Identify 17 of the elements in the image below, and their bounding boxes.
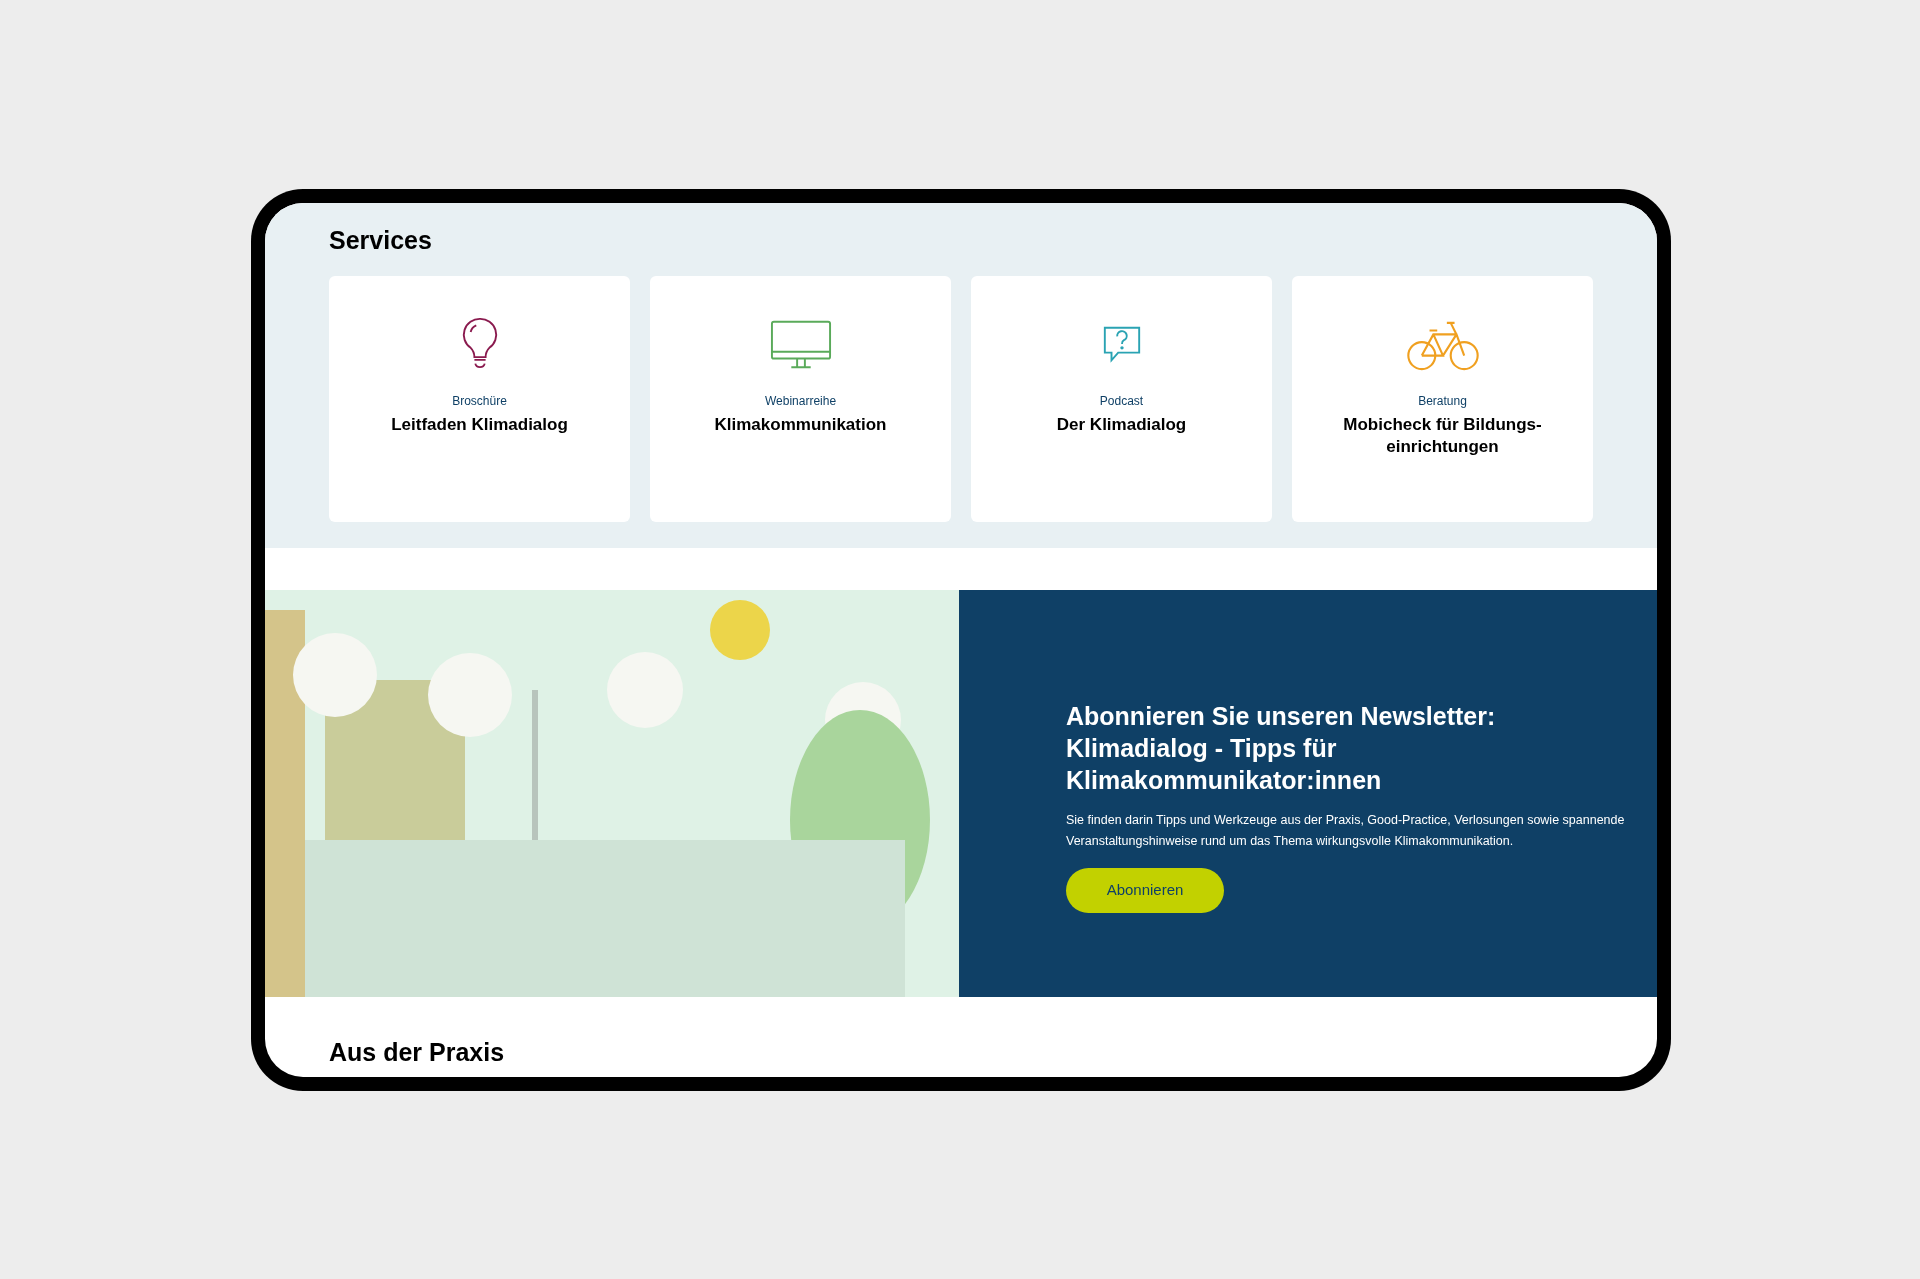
section-heading: Aus der Praxis [329, 1037, 505, 1067]
service-card[interactable]: Podcast Der Klimadialog [971, 276, 1272, 522]
service-card[interactable]: Webinarreihe Klimakommunikation [650, 276, 951, 522]
card-title: Klimakommunikation [714, 414, 887, 436]
newsletter-text: Sie finden darin Tipps und Werkzeuge aus der Praxis, Good-Practice, Verlosungen sowie spannende Veranstaltungshinweise rund um das Thema wirkungsvolle Klimakommunikation. [1066, 812, 1626, 850]
card-title: Der Klimadialog [1056, 414, 1187, 436]
subscribe-button[interactable]: Abonnieren [1066, 868, 1224, 913]
service-card[interactable]: Beratung Mobicheck für Bildungs-einrichtungen [1292, 276, 1593, 522]
card-category: Podcast [1099, 393, 1144, 410]
card-title: Mobicheck für Bildungs-einrichtungen [1342, 414, 1543, 458]
card-title: Leitfaden Klimadialog [391, 414, 568, 436]
newsletter-heading: Abonnieren Sie unseren Newsletter: Klimadialog - Tipps für Klimakommunikator:innen [1066, 701, 1497, 796]
card-category: Webinarreihe [764, 393, 837, 410]
card-category: Beratung [1418, 393, 1467, 410]
card-category: Broschüre [452, 393, 507, 410]
section-heading: Services [329, 225, 432, 255]
service-card[interactable]: Broschüre Leitfaden Klimadialog [329, 276, 630, 522]
